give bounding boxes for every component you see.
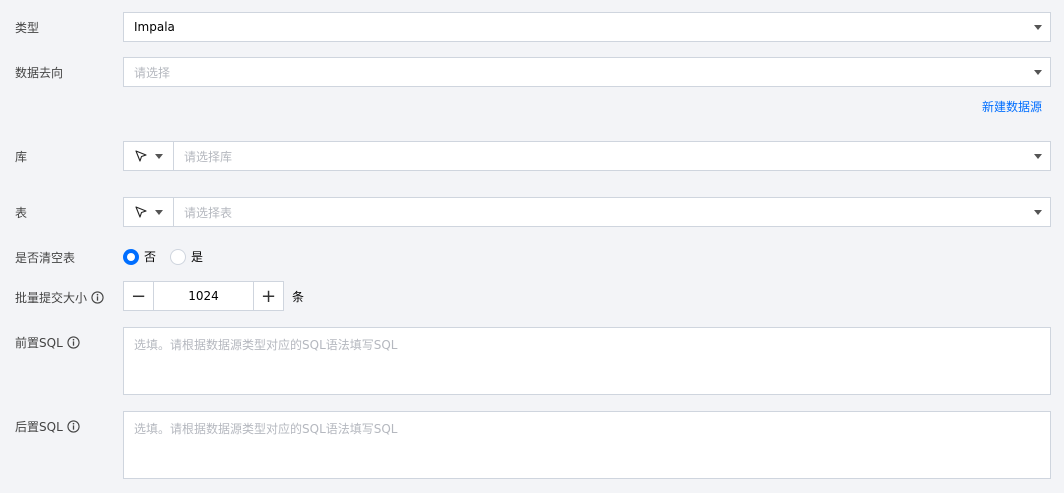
post-sql-textarea[interactable]: 选填。请根据数据源类型对应的SQL语法填写SQL [123, 411, 1051, 479]
target-select[interactable]: 请选择 [123, 57, 1051, 87]
chevron-down-icon [154, 209, 163, 215]
truncate-option-no-label: 否 [144, 250, 157, 264]
decrement-button[interactable]: − [123, 281, 154, 311]
chevron-down-icon [1034, 25, 1042, 30]
database-label: 库 [15, 148, 27, 165]
table-mode-select[interactable] [123, 197, 174, 227]
pre-sql-textarea[interactable]: 选填。请根据数据源类型对应的SQL语法填写SQL [123, 327, 1051, 395]
chevron-down-icon [1034, 210, 1042, 215]
truncate-option-no[interactable]: 否 [123, 248, 156, 265]
info-icon[interactable] [91, 291, 104, 304]
radio-unchecked-icon [170, 248, 187, 265]
cursor-arrow-icon [134, 150, 147, 162]
type-select-value: Impala [134, 20, 175, 34]
type-label: 类型 [15, 19, 39, 36]
database-label-text: 库 [15, 150, 28, 164]
table-label: 表 [15, 204, 27, 221]
table-select-placeholder: 请选择表 [184, 205, 233, 220]
new-datasource-link[interactable]: 新建数据源 [982, 98, 1042, 115]
table-combo: 请选择表 [123, 197, 1051, 227]
cursor-arrow-icon [134, 206, 147, 218]
type-label-text: 类型 [15, 21, 40, 35]
batch-stepper: − 1024 + 条 [123, 281, 304, 311]
info-icon[interactable] [67, 420, 80, 433]
batch-unit: 条 [292, 289, 305, 304]
type-select[interactable]: Impala [123, 12, 1051, 42]
table-select[interactable]: 请选择表 [174, 197, 1051, 227]
pre-sql-label-text: 前置SQL [15, 336, 63, 350]
truncate-label: 是否清空表 [15, 249, 75, 266]
chevron-down-icon [1034, 70, 1042, 75]
database-select[interactable]: 请选择库 [174, 141, 1051, 171]
table-label-text: 表 [15, 206, 28, 220]
post-sql-label-text: 后置SQL [15, 420, 63, 434]
truncate-radio-group: 否 是 [123, 248, 203, 265]
batch-size-input[interactable]: 1024 [154, 281, 253, 311]
database-combo: 请选择库 [123, 141, 1051, 171]
pre-sql-label: 前置SQL [15, 334, 80, 351]
radio-checked-icon [123, 248, 139, 265]
batch-label: 批量提交大小 [15, 289, 104, 306]
chevron-down-icon [154, 153, 163, 159]
truncate-option-yes-label: 是 [191, 250, 204, 264]
database-mode-select[interactable] [123, 141, 174, 171]
batch-label-text: 批量提交大小 [15, 291, 88, 305]
database-select-placeholder: 请选择库 [184, 149, 233, 164]
target-select-placeholder: 请选择 [134, 65, 171, 80]
chevron-down-icon [1034, 154, 1042, 159]
target-label: 数据去向 [15, 64, 63, 81]
info-icon[interactable] [67, 336, 80, 349]
target-label-text: 数据去向 [15, 66, 64, 80]
post-sql-label: 后置SQL [15, 418, 80, 435]
truncate-label-text: 是否清空表 [15, 251, 76, 265]
truncate-option-yes[interactable]: 是 [170, 248, 203, 265]
increment-button[interactable]: + [253, 281, 284, 311]
